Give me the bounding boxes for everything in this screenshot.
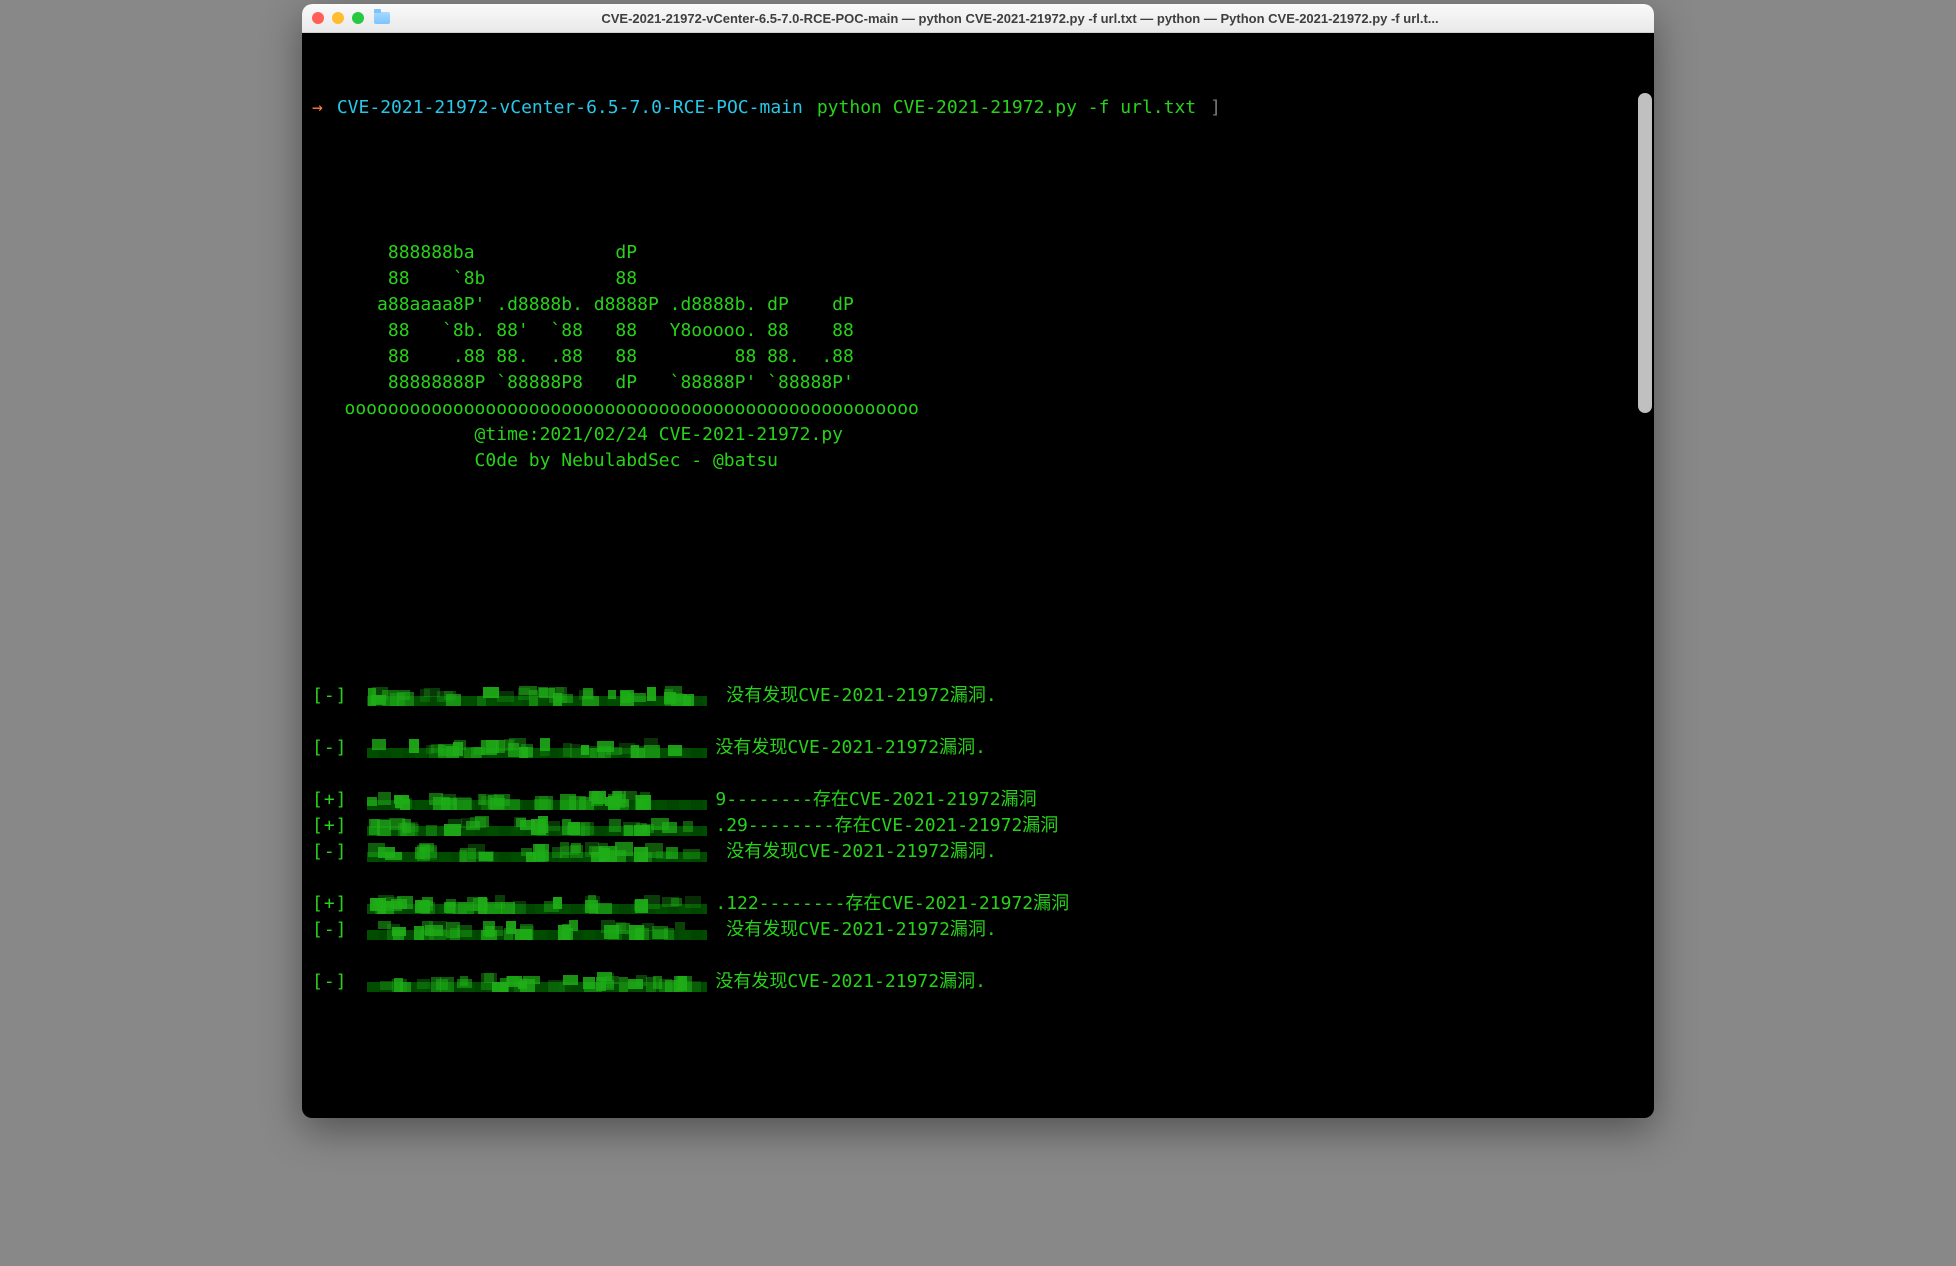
banner-line: 88 .88 88. .88 88 88 88. .88	[312, 346, 854, 367]
minimize-icon[interactable]	[332, 12, 344, 24]
result-row: [-] 没有发现CVE-2021-21972漏洞.	[312, 969, 1644, 995]
redacted-host	[367, 972, 707, 992]
result-tag-found: [+]	[312, 813, 359, 839]
result-row: [+] .29--------存在CVE-2021-21972漏洞	[312, 813, 1644, 839]
banner-line: @time:2021/02/24 CVE-2021-21972.py	[312, 424, 843, 445]
window-controls	[312, 12, 364, 24]
terminal-window: CVE-2021-21972-vCenter-6.5-7.0-RCE-POC-m…	[302, 4, 1654, 1118]
scrollbar-thumb[interactable]	[1638, 93, 1652, 413]
result-row	[312, 943, 1644, 969]
result-message: .29--------存在CVE-2021-21972漏洞	[715, 813, 1058, 839]
redacted-host	[367, 920, 707, 940]
result-row: [-] 没有发现CVE-2021-21972漏洞.	[312, 683, 1644, 709]
folder-icon	[374, 12, 390, 24]
result-message: 没有发现CVE-2021-21972漏洞.	[715, 917, 996, 943]
result-message: .122--------存在CVE-2021-21972漏洞	[715, 891, 1069, 917]
result-row: [+] 9--------存在CVE-2021-21972漏洞	[312, 787, 1644, 813]
banner-line: 88 `8b. 88' `88 88 Y8ooooo. 88 88	[312, 320, 854, 341]
redacted-host	[367, 842, 707, 862]
result-row	[312, 865, 1644, 891]
redacted-host	[367, 686, 707, 706]
prompt-line: → CVE-2021-21972-vCenter-6.5-7.0-RCE-POC…	[312, 95, 1644, 121]
result-tag-notfound: [-]	[312, 839, 359, 865]
prompt-arrow-icon: →	[312, 95, 323, 121]
result-tag-notfound: [-]	[312, 735, 359, 761]
result-message: 没有发现CVE-2021-21972漏洞.	[715, 735, 986, 761]
result-tag-notfound: [-]	[312, 917, 359, 943]
ascii-banner: 888888ba dP 88 `8b 88 a88aaaa8P' .d8888b…	[312, 214, 1644, 501]
result-row: [-] 没有发现CVE-2021-21972漏洞.	[312, 735, 1644, 761]
terminal-body[interactable]: → CVE-2021-21972-vCenter-6.5-7.0-RCE-POC…	[302, 33, 1654, 1118]
result-tag-notfound: [-]	[312, 683, 359, 709]
redacted-host	[367, 738, 707, 758]
zoom-icon[interactable]	[352, 12, 364, 24]
banner-line: C0de by NebulabdSec - @batsu	[312, 450, 778, 471]
close-icon[interactable]	[312, 12, 324, 24]
result-row: [-] 没有发现CVE-2021-21972漏洞.	[312, 917, 1644, 943]
result-message: 9--------存在CVE-2021-21972漏洞	[715, 787, 1036, 813]
banner-line: 88 `8b 88	[312, 268, 637, 289]
result-message: 没有发现CVE-2021-21972漏洞.	[715, 969, 986, 995]
prompt-command: python CVE-2021-21972.py -f url.txt	[817, 95, 1196, 121]
prompt-cursor: ]	[1210, 95, 1221, 121]
window-title: CVE-2021-21972-vCenter-6.5-7.0-RCE-POC-m…	[396, 11, 1644, 26]
result-message: 没有发现CVE-2021-21972漏洞.	[715, 839, 996, 865]
result-message: 没有发现CVE-2021-21972漏洞.	[715, 683, 996, 709]
banner-line: oooooooooooooooooooooooooooooooooooooooo…	[312, 398, 919, 419]
banner-line: 888888ba dP	[312, 242, 637, 263]
prompt-cwd: CVE-2021-21972-vCenter-6.5-7.0-RCE-POC-m…	[337, 95, 803, 121]
redacted-host	[367, 894, 707, 914]
result-tag-found: [+]	[312, 787, 359, 813]
banner-line: a88aaaa8P' .d8888b. d8888P .d8888b. dP d…	[312, 294, 854, 315]
result-row: [+] .122--------存在CVE-2021-21972漏洞	[312, 891, 1644, 917]
result-row	[312, 709, 1644, 735]
result-row	[312, 761, 1644, 787]
result-tag-notfound: [-]	[312, 969, 359, 995]
redacted-host	[367, 816, 707, 836]
result-row: [-] 没有发现CVE-2021-21972漏洞.	[312, 839, 1644, 865]
result-tag-found: [+]	[312, 891, 359, 917]
redacted-host	[367, 790, 707, 810]
results-list: [-] 没有发现CVE-2021-21972漏洞.[-] 没有发现CVE-202…	[312, 683, 1644, 995]
banner-line: 88888888P `88888P8 dP `88888P' `88888P'	[312, 372, 854, 393]
titlebar[interactable]: CVE-2021-21972-vCenter-6.5-7.0-RCE-POC-m…	[302, 4, 1654, 33]
